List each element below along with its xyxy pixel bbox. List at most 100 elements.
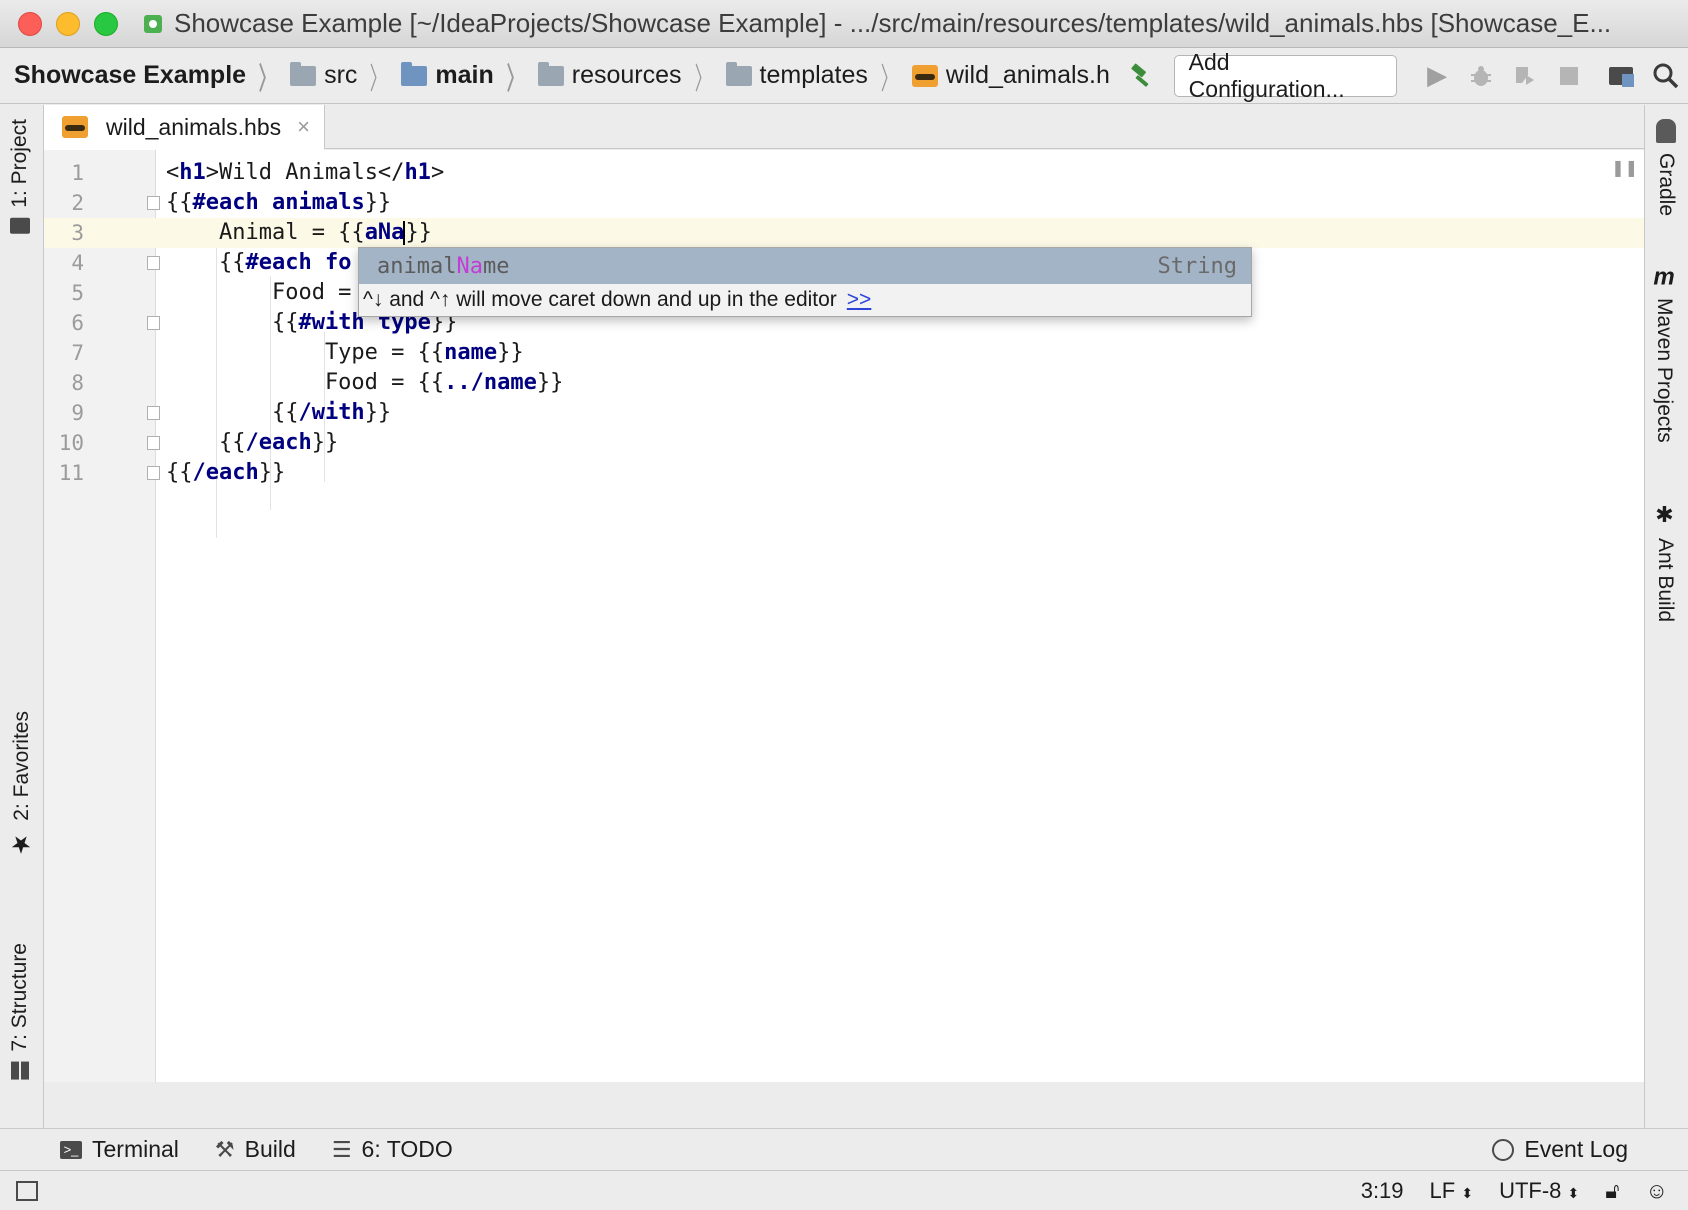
code-token: }} (258, 460, 286, 485)
completion-match: Na (456, 253, 483, 279)
breadcrumb-src[interactable]: src 〉 (290, 48, 401, 104)
todo-tool-window-button[interactable]: ☰ 6: TODO (332, 1136, 453, 1163)
chevron-right-icon: 〉 (506, 62, 524, 96)
run-icon[interactable]: ▶ (1415, 53, 1459, 99)
project-tool-window-button[interactable]: 1: Project (8, 119, 32, 234)
project-structure-icon[interactable] (1600, 53, 1644, 99)
code-token: #each fo (245, 250, 352, 275)
add-configuration-button[interactable]: Add Configuration... (1173, 49, 1398, 102)
code-line: 2 {{#each animals}} (44, 188, 1644, 218)
title-bar: Showcase Example [~/IdeaProjects/Showcas… (0, 0, 1688, 48)
updown-icon: ⬍ (1567, 1184, 1580, 1201)
encoding-label: UTF-8 (1499, 1177, 1562, 1203)
maximize-window-button[interactable] (94, 11, 118, 36)
build-hammer-icon[interactable] (1120, 53, 1164, 99)
code-token: }} (364, 190, 392, 215)
tool-window-label: 2: Favorites (10, 711, 33, 821)
code-token: }} (405, 220, 432, 245)
breadcrumb-file[interactable]: wild_animals.h (911, 48, 1110, 104)
tool-window-label: Gradle (1655, 153, 1678, 217)
status-widgets: 3:19 LF ⬍ UTF-8 ⬍ 🔓︎ ☺ (1361, 1178, 1668, 1204)
fold-marker-icon[interactable] (147, 406, 160, 420)
gradle-tool-window-button[interactable]: Gradle (1654, 119, 1678, 216)
code-line: 1 <h1>Wild Animals</h1> (44, 158, 1644, 188)
code-token: {{ (166, 250, 246, 275)
maven-tool-window-button[interactable]: m Maven Projects (1650, 264, 1678, 444)
code-token: Food = {{ (166, 370, 445, 395)
run-with-coverage-icon[interactable] (1503, 53, 1547, 99)
code-token: Food = (166, 280, 352, 305)
ant-icon: ✱ (1653, 503, 1678, 528)
caret-position[interactable]: 3:19 (1361, 1178, 1404, 1204)
debug-icon[interactable] (1459, 53, 1503, 99)
line-number: 4 (71, 251, 84, 275)
folder-icon (290, 61, 317, 86)
close-window-button[interactable] (18, 11, 42, 36)
tool-window-label: 1: Project (8, 119, 31, 208)
tab-wild-animals-hbs[interactable]: wild_animals.hbs × (44, 105, 325, 150)
status-bar: 3:19 LF ⬍ UTF-8 ⬍ 🔓︎ ☺ (0, 1170, 1688, 1210)
code-token: /each (245, 430, 312, 455)
tool-window-label: Build (244, 1136, 296, 1162)
tab-label: wild_animals.hbs (106, 113, 282, 140)
completion-type: String (1157, 253, 1237, 279)
navigation-bar: Showcase Example 〉 src 〉 main 〉 resources 〉 … (0, 48, 1688, 104)
code-line: 11 {{/each}} (44, 458, 1644, 488)
terminal-tool-window-button[interactable]: >_ Terminal (60, 1136, 179, 1163)
code-text: Food = (166, 278, 351, 308)
code-token: h1 (179, 160, 206, 185)
handlebars-file-icon (62, 116, 88, 138)
left-tool-strip: 1: Project ★ 2: Favorites 7: Structure (0, 105, 44, 1128)
favorites-tool-window-button[interactable]: ★ 2: Favorites (8, 711, 36, 859)
line-number: 10 (58, 431, 84, 455)
stop-icon[interactable] (1547, 53, 1591, 99)
close-icon[interactable]: × (297, 114, 310, 140)
code-text: Food = {{../name}} (166, 368, 563, 398)
code-token: }} (364, 400, 392, 425)
fold-marker-icon[interactable] (147, 466, 160, 480)
fold-marker-icon[interactable] (147, 436, 160, 450)
autocomplete-popup: animalName String ^↓ and ^↑ will move ca… (358, 247, 1252, 317)
toggle-tool-windows-icon[interactable] (16, 1180, 38, 1201)
fold-marker-icon[interactable] (147, 196, 160, 210)
unlock-icon[interactable]: 🔓︎ (1605, 1178, 1619, 1204)
chevron-right-icon: 〉 (694, 62, 711, 96)
line-number: 5 (71, 281, 84, 305)
build-tool-window-button[interactable]: ⚒ Build (215, 1136, 296, 1163)
encoding-widget[interactable]: UTF-8 ⬍ (1499, 1178, 1579, 1204)
editor-tabs: wild_animals.hbs × (44, 105, 1644, 150)
code-lines: 1 <h1>Wild Animals</h1> 2 {{#each animal… (44, 158, 1644, 488)
line-number: 9 (71, 401, 84, 425)
code-token: >Wild Animals</ (205, 160, 405, 185)
line-separator-label: LF (1429, 1177, 1456, 1203)
list-icon: ☰ (331, 1136, 352, 1162)
resources-folder-icon (537, 61, 564, 86)
completion-hint: ^↓ and ^↑ will move caret down and up in… (359, 284, 1251, 316)
breadcrumb-main[interactable]: main 〉 (401, 48, 537, 104)
code-token: name (444, 340, 498, 365)
breadcrumb-resources[interactable]: resources 〉 (537, 48, 726, 104)
fold-marker-icon[interactable] (147, 256, 160, 270)
minimize-window-button[interactable] (56, 11, 80, 36)
event-log-tool-window-button[interactable]: Event Log (1492, 1136, 1628, 1163)
line-separator-widget[interactable]: LF ⬍ (1430, 1178, 1474, 1204)
code-text: {{/each}} (166, 428, 338, 458)
hint-more-link[interactable]: >> (847, 288, 872, 312)
ant-tool-window-button[interactable]: ✱ Ant Build (1652, 503, 1678, 622)
inspector-icon[interactable]: ☺ (1646, 1178, 1668, 1204)
breadcrumb-project[interactable]: Showcase Example 〉 (14, 48, 290, 104)
search-everywhere-icon[interactable] (1644, 53, 1688, 99)
breadcrumb-templates[interactable]: templates 〉 (725, 48, 912, 104)
tool-window-label: Ant Build (1654, 538, 1677, 623)
completion-item-animalname[interactable]: animalName String (359, 248, 1251, 284)
fold-marker-icon[interactable] (147, 316, 160, 330)
code-token: }} (536, 370, 564, 395)
tool-window-label: 6: TODO (361, 1136, 453, 1162)
code-token: {{ (166, 190, 193, 215)
code-text: <h1>Wild Animals</h1> (166, 158, 444, 188)
structure-tool-window-button[interactable]: 7: Structure (8, 943, 32, 1080)
code-token: {{ (166, 460, 193, 485)
breadcrumb-label: Showcase Example (14, 61, 247, 89)
completion-prefix: animal (377, 253, 457, 279)
tool-window-label: Maven Projects (1653, 298, 1676, 444)
